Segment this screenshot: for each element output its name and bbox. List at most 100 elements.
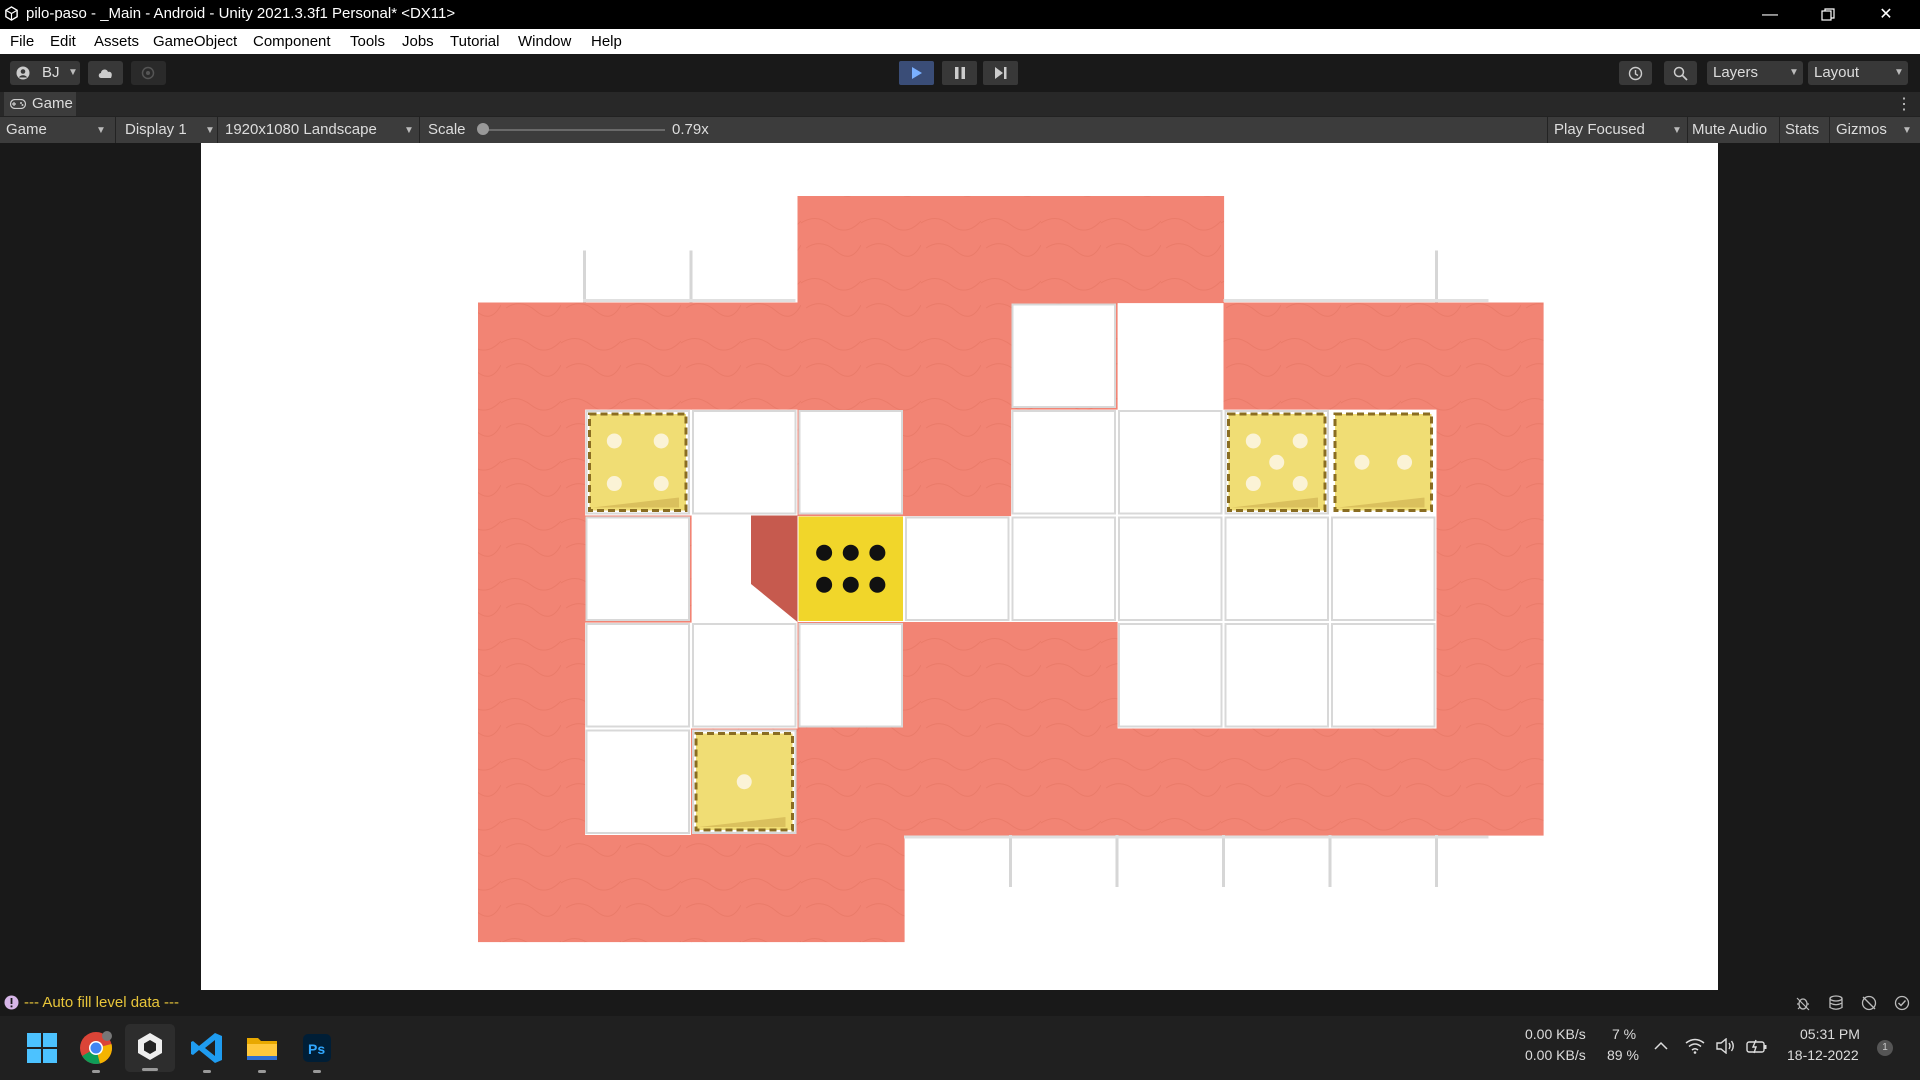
clock-time[interactable]: 05:31 PM — [1800, 1026, 1860, 1042]
floor-tile — [1331, 623, 1436, 728]
step-button[interactable] — [983, 61, 1018, 85]
menu-tutorial[interactable]: Tutorial — [450, 33, 499, 50]
scale-slider-thumb[interactable] — [477, 123, 489, 135]
die-pip — [653, 433, 669, 449]
layers-dropdown[interactable]: Layers ▼ — [1707, 61, 1803, 85]
target-die[interactable] — [694, 732, 794, 832]
collab-button[interactable] — [131, 61, 166, 85]
resolution-select[interactable]: 1920x1080 Landscape ▼ — [219, 117, 417, 143]
bug-icon[interactable] — [1795, 995, 1811, 1011]
menu-gameobject[interactable]: GameObject — [153, 33, 237, 50]
status-bar[interactable]: --- Auto fill level data --- — [0, 990, 1920, 1016]
target-die[interactable] — [588, 412, 688, 512]
menu-file[interactable]: File — [10, 33, 34, 50]
restore-icon — [1821, 8, 1835, 21]
floor-tile — [798, 410, 903, 515]
floor-cell — [797, 728, 905, 836]
scale-label: Scale — [428, 121, 466, 138]
play-icon — [912, 67, 922, 79]
history-icon — [1628, 66, 1643, 81]
play-focused-label: Play Focused — [1554, 121, 1645, 138]
tab-game-label: Game — [32, 95, 73, 112]
pause-button[interactable] — [942, 61, 977, 85]
notification-badge[interactable]: 1 — [1877, 1040, 1893, 1056]
account-icon — [16, 66, 30, 80]
chevron-down-icon[interactable]: ▼ — [1902, 125, 1912, 136]
die-pip — [1292, 476, 1308, 492]
separator — [217, 117, 218, 143]
die-pip — [1245, 476, 1261, 492]
gizmos-toggle[interactable]: Gizmos — [1836, 121, 1887, 138]
file-explorer-icon[interactable] — [244, 1030, 280, 1073]
mute-audio-toggle[interactable]: Mute Audio — [1692, 121, 1767, 138]
check-circle-icon[interactable] — [1894, 995, 1910, 1011]
menu-tools[interactable]: Tools — [350, 33, 385, 50]
die-pip — [1397, 454, 1413, 470]
floor-cell — [1010, 622, 1118, 730]
net-download-speed: 0.00 KB/s — [1525, 1047, 1586, 1063]
floor-cell — [1117, 728, 1225, 836]
scale-slider-track[interactable] — [480, 129, 665, 131]
floor-cell — [904, 622, 1012, 730]
chevron-down-icon: ▼ — [68, 67, 78, 78]
floor-tile — [1224, 623, 1329, 728]
floor-cell — [904, 728, 1012, 836]
vscode-icon[interactable] — [189, 1030, 225, 1073]
account-button[interactable]: BJ ▼ — [10, 61, 80, 85]
floor-tile — [1118, 410, 1223, 515]
volume-icon[interactable] — [1716, 1038, 1736, 1054]
target-die[interactable] — [1333, 412, 1433, 512]
menu-edit[interactable]: Edit — [50, 33, 76, 50]
menu-window[interactable]: Window — [518, 33, 571, 50]
play-focused-select[interactable]: Play Focused ▼ — [1549, 117, 1687, 143]
more-options-icon[interactable]: ⋮ — [1896, 94, 1912, 114]
play-button[interactable] — [899, 61, 934, 85]
windows-start-icon[interactable] — [24, 1030, 60, 1066]
battery-charging-icon[interactable] — [1746, 1038, 1768, 1054]
floor-cell — [797, 835, 905, 943]
tab-game[interactable]: Game — [4, 92, 76, 116]
game-view[interactable] — [201, 143, 1718, 990]
memory-usage: 89 % — [1607, 1047, 1639, 1063]
game-board[interactable] — [201, 143, 1718, 990]
collab-icon — [141, 66, 155, 80]
player-die[interactable] — [798, 516, 904, 622]
floor-tile — [1118, 516, 1223, 621]
chevron-down-icon: ▼ — [205, 125, 215, 136]
unity-taskbar-button[interactable] — [125, 1024, 175, 1072]
menu-component[interactable]: Component — [253, 33, 331, 50]
photoshop-icon[interactable]: Ps — [299, 1030, 335, 1073]
cache-server-icon[interactable] — [1828, 995, 1844, 1011]
close-button[interactable]: ✕ — [1857, 0, 1915, 29]
floor-tile — [1011, 516, 1116, 621]
clock-date[interactable]: 18-12-2022 — [1787, 1047, 1859, 1063]
search-button[interactable] — [1664, 61, 1697, 85]
view-select[interactable]: Game ▼ — [0, 117, 113, 143]
layout-dropdown[interactable]: Layout ▼ — [1808, 61, 1908, 85]
wifi-icon[interactable] — [1685, 1038, 1705, 1054]
network-disabled-icon[interactable] — [1861, 995, 1877, 1011]
chevron-up-icon[interactable] — [1654, 1041, 1668, 1051]
minimize-icon: — — [1762, 6, 1778, 23]
game-tab-header: Game ⋮ — [0, 92, 1920, 116]
floor-cell — [797, 302, 905, 410]
floor-tile — [1331, 516, 1436, 621]
windows-taskbar: Ps 0.00 KB/s 0.00 KB/s 7 % 89 % 05:31 PM… — [0, 1016, 1920, 1080]
stats-toggle[interactable]: Stats — [1785, 121, 1819, 138]
floor-cell — [904, 196, 1012, 304]
menu-assets[interactable]: Assets — [94, 33, 139, 50]
menu-jobs[interactable]: Jobs — [402, 33, 434, 50]
cloud-button[interactable] — [88, 61, 123, 85]
net-upload-speed: 0.00 KB/s — [1525, 1026, 1586, 1042]
menu-help[interactable]: Help — [591, 33, 622, 50]
floor-cell — [1223, 728, 1331, 836]
history-button[interactable] — [1619, 61, 1652, 85]
minimize-button[interactable]: — — [1741, 0, 1799, 29]
restore-button[interactable] — [1799, 0, 1857, 29]
chevron-down-icon: ▼ — [1894, 67, 1904, 78]
chrome-icon[interactable] — [78, 1030, 114, 1073]
display-select[interactable]: Display 1 ▼ — [117, 117, 217, 143]
target-die[interactable] — [1227, 412, 1327, 512]
info-icon — [4, 995, 19, 1010]
die-pip — [869, 544, 886, 561]
